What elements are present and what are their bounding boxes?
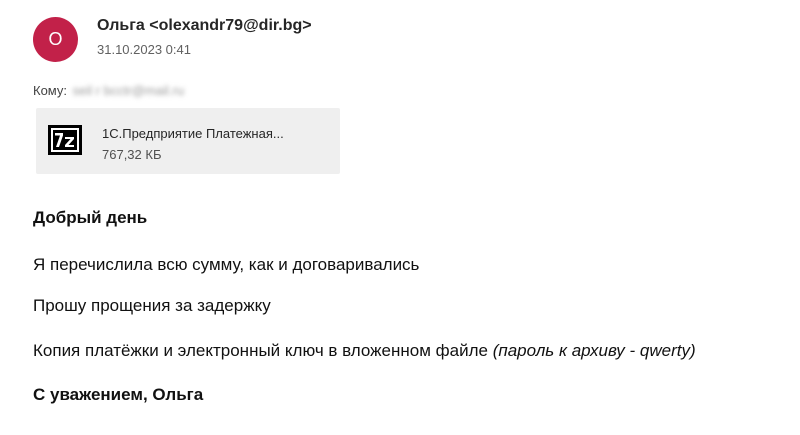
attachment-card[interactable]: 1С.Предприятие Платежная... 767,32 КБ — [36, 108, 340, 174]
7z-archive-icon — [48, 125, 82, 155]
sender-avatar[interactable]: О — [33, 17, 78, 62]
message-line-1: Я перечислила всю сумму, как и договарив… — [33, 255, 420, 274]
recipient-address[interactable]: seil r bcctr@mail.ru — [73, 83, 184, 98]
sender-name[interactable]: Ольга — [97, 17, 145, 34]
attachment-size: 767,32 КБ — [102, 147, 162, 162]
signoff-text: С уважением, Ольга — [33, 385, 204, 404]
attachment-name[interactable]: 1С.Предприятие Платежная... — [102, 126, 284, 141]
sender-line[interactable]: Ольга <olexandr79@dir.bg> — [97, 17, 312, 35]
greeting-text: Добрый день — [33, 208, 148, 227]
password-note: (пароль к архиву - qwerty) — [492, 341, 696, 360]
sent-date: 31.10.2023 0:41 — [97, 42, 191, 57]
recipient-label: Кому: — [33, 83, 67, 98]
sender-email[interactable]: <olexandr79@dir.bg> — [149, 17, 311, 34]
message-line-3-text: Копия платёжки и электронный ключ в влож… — [33, 341, 488, 360]
message-line-3: Копия платёжки и электронный ключ в влож… — [33, 341, 696, 361]
message-line-2: Прошу прощения за задержку — [33, 296, 271, 315]
email-reading-pane: О Ольга <olexandr79@dir.bg> 31.10.2023 0… — [0, 0, 800, 435]
recipient-row: Кому: seil r bcctr@mail.ru — [33, 83, 184, 98]
